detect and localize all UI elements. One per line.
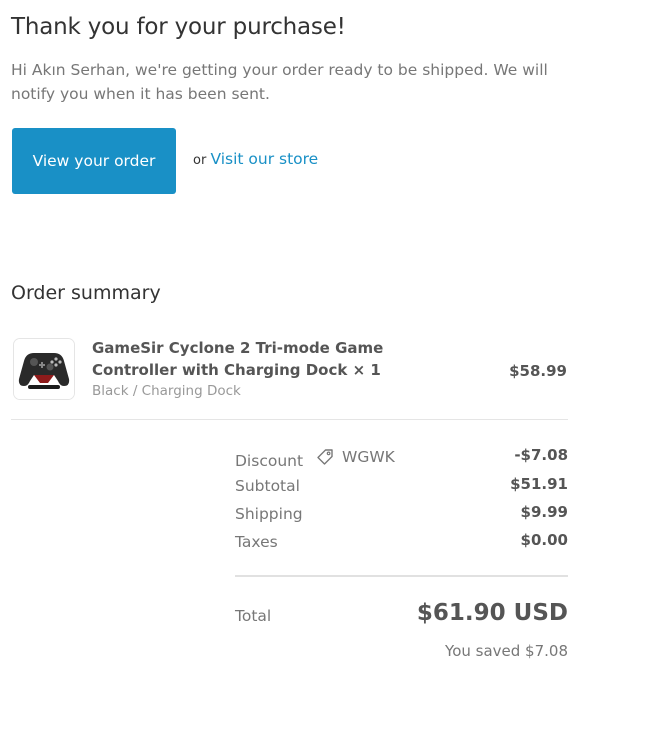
savings-text: You saved $7.08 [445,642,568,660]
divider [11,419,568,420]
taxes-row: Taxes $0.00 [235,531,568,551]
total-value: $61.90 USD [416,600,568,626]
view-order-button[interactable]: View your order [12,128,176,194]
product-name: GameSir Cyclone 2 Tri-mode Game Controll… [92,339,384,379]
shipping-row: Shipping $9.99 [235,503,568,523]
total-label: Total [235,607,272,625]
shipping-label: Shipping [235,505,303,523]
discount-label: Discount [235,452,304,470]
shipping-value: $9.99 [520,503,568,521]
discount-value: -$7.08 [514,446,568,464]
taxes-label: Taxes [235,533,278,551]
product-price: $58.99 [509,362,567,380]
discount-code-group: WGWK [316,448,395,466]
discount-code: WGWK [342,448,395,466]
store-link-group: or Visit our store [193,150,318,168]
tag-icon [317,449,333,465]
or-text: or [193,153,207,168]
page-title: Thank you for your purchase! [11,14,346,40]
divider [235,575,568,577]
product-variant: Black / Charging Dock [92,383,241,399]
order-summary-title: Order summary [11,282,161,304]
discount-row: Discount WGWK -$7.08 [235,446,568,470]
visit-store-link[interactable]: Visit our store [210,150,318,168]
subtotal-row: Subtotal $51.91 [235,475,568,495]
intro-text: Hi Akın Serhan, we're getting your order… [11,61,548,103]
controller-image [14,339,74,399]
product-thumbnail [13,338,75,400]
subtotal-value: $51.91 [510,475,568,493]
subtotal-label: Subtotal [235,477,300,495]
taxes-value: $0.00 [520,531,568,549]
